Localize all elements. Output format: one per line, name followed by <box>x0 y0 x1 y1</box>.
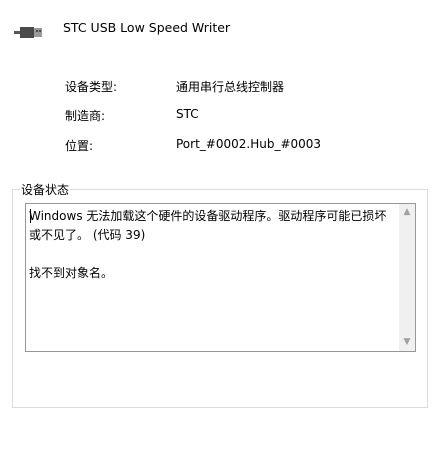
location-value: Port_#0002.Hub_#0003 <box>176 137 322 151</box>
location-label: 位置: <box>65 139 94 153</box>
property-row-location: 位置: Port_#0002.Hub_#0003 <box>65 137 425 157</box>
vertical-scrollbar[interactable]: ▲ ▼ <box>399 204 415 351</box>
text-caret <box>30 209 31 223</box>
property-row-device-type: 设备类型: 通用串行总线控制器 <box>65 78 425 98</box>
scroll-down-arrow-icon[interactable]: ▼ <box>399 334 415 351</box>
device-name: STC USB Low Speed Writer <box>63 20 231 35</box>
scroll-up-arrow-icon[interactable]: ▲ <box>399 204 415 221</box>
device-type-label: 设备类型: <box>65 80 118 94</box>
device-status-text[interactable]: Windows 无法加载这个硬件的设备驱动程序。驱动程序可能已损坏或不见了。 (… <box>29 207 395 283</box>
property-row-manufacturer: 制造商: STC <box>65 107 425 127</box>
usb-plug-icon <box>14 22 44 42</box>
manufacturer-value: STC <box>176 107 199 121</box>
device-status-title: 设备状态 <box>20 181 71 198</box>
device-type-value: 通用串行总线控制器 <box>176 80 285 94</box>
manufacturer-label: 制造商: <box>65 109 106 123</box>
device-status-textbox[interactable]: Windows 无法加载这个硬件的设备驱动程序。驱动程序可能已损坏或不见了。 (… <box>25 203 416 352</box>
